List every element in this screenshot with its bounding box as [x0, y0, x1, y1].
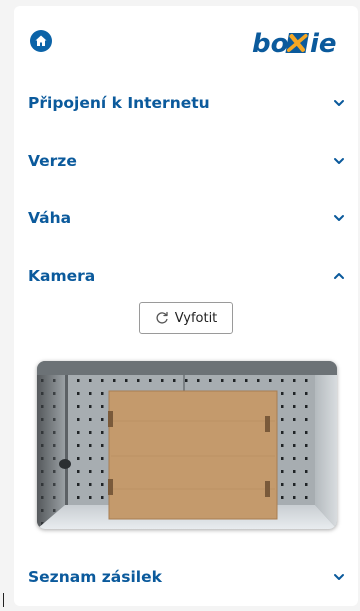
camera-preview-image	[37, 361, 337, 529]
section-weight[interactable]: Váha	[14, 198, 358, 238]
camera-preview	[37, 361, 337, 529]
header: bo ie	[14, 6, 358, 68]
svg-text:ie: ie	[310, 29, 337, 58]
text-cursor	[3, 593, 4, 607]
section-title: Připojení k Internetu	[28, 94, 210, 112]
boxie-logo: bo ie	[252, 29, 337, 58]
section-title: Verze	[28, 152, 77, 170]
svg-text:bo: bo	[252, 29, 288, 58]
section-title: Seznam zásilek	[28, 568, 162, 586]
chevron-down-icon	[334, 574, 344, 580]
section-version[interactable]: Verze	[14, 141, 358, 181]
section-title: Váha	[28, 209, 72, 227]
section-shipment-list[interactable]: Seznam zásilek	[14, 557, 358, 597]
chevron-down-icon	[334, 215, 344, 221]
section-internet-connection[interactable]: Připojení k Internetu	[14, 83, 358, 123]
settings-card: bo ie Připojení k Internetu Verze Váha K…	[14, 6, 358, 606]
section-title: Kamera	[28, 267, 96, 285]
take-photo-button[interactable]: Vyfotit	[139, 302, 233, 334]
chevron-down-icon	[334, 100, 344, 106]
home-button[interactable]	[30, 30, 52, 52]
take-photo-label: Vyfotit	[174, 310, 218, 326]
chevron-down-icon	[334, 158, 344, 164]
home-icon	[35, 35, 47, 46]
chevron-up-icon	[334, 273, 344, 279]
app-screen: bo ie Připojení k Internetu Verze Váha K…	[0, 0, 360, 611]
refresh-icon	[156, 311, 168, 324]
section-camera[interactable]: Kamera	[14, 256, 358, 296]
